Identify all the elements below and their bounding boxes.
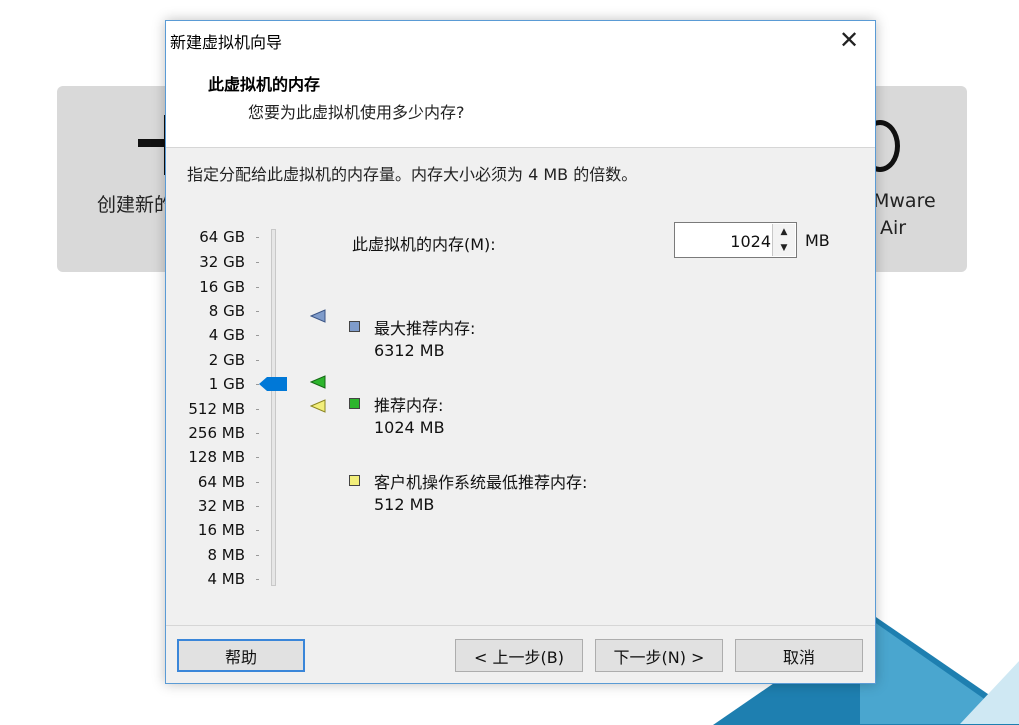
recommended-swatch	[349, 398, 360, 409]
scale-tick	[256, 433, 259, 434]
scale-label: 2 GB	[208, 351, 245, 369]
scale-tick	[256, 409, 259, 410]
scale-label: 512 MB	[188, 400, 245, 418]
memory-unit: MB	[805, 231, 830, 250]
scale-tick	[256, 579, 259, 580]
close-button[interactable]: ✕	[831, 25, 867, 55]
min-recommended-swatch	[349, 475, 360, 486]
scale-tick	[256, 287, 259, 288]
max-recommended-label: 最大推荐内存:	[374, 319, 476, 338]
scale-tick	[256, 555, 259, 556]
increment-button[interactable]: ▲	[772, 224, 795, 241]
scale-label: 128 MB	[188, 448, 245, 466]
background-decoration	[960, 660, 1019, 724]
close-icon: ✕	[838, 26, 860, 54]
create-new-card-label: 创建新的	[97, 194, 174, 216]
vmware-air-label-line1: Mware	[873, 190, 936, 212]
back-button[interactable]: < 上一步(B)	[455, 639, 583, 672]
recommended-label: 推荐内存:	[374, 396, 444, 415]
recommended-value: 1024 MB	[374, 418, 445, 437]
scale-tick	[256, 530, 259, 531]
scale-tick	[256, 311, 259, 312]
scale-tick	[256, 506, 259, 507]
memory-slider-thumb[interactable]	[259, 377, 287, 391]
scale-label: 32 GB	[199, 253, 245, 271]
scale-tick	[256, 237, 259, 238]
title-bar[interactable]: 新建虚拟机向导 ✕	[166, 21, 875, 59]
next-button[interactable]: 下一步(N) >	[595, 639, 723, 672]
min-recommended-label: 客户机操作系统最低推荐内存:	[374, 473, 588, 492]
scale-label: 16 GB	[199, 278, 245, 296]
recommended-marker-icon	[310, 375, 326, 389]
footer-divider	[166, 625, 875, 626]
cancel-button[interactable]: 取消	[735, 639, 863, 672]
page-subtitle: 您要为此虚拟机使用多少内存?	[248, 103, 465, 122]
help-button[interactable]: 帮助	[177, 639, 305, 672]
scale-label: 8 GB	[208, 302, 245, 320]
scale-tick	[256, 360, 259, 361]
max-recommended-swatch	[349, 321, 360, 332]
min-recommended-marker-icon	[310, 399, 326, 413]
scale-label: 4 MB	[207, 570, 245, 588]
scale-tick	[256, 262, 259, 263]
decrement-button[interactable]: ▼	[772, 240, 795, 256]
scale-tick	[256, 457, 259, 458]
scale-tick	[256, 335, 259, 336]
wizard-header: 此虚拟机的内存 您要为此虚拟机使用多少内存?	[166, 59, 875, 148]
chevron-down-icon: ▼	[780, 243, 788, 253]
min-recommended-value: 512 MB	[374, 495, 435, 514]
memory-input[interactable]	[677, 225, 773, 257]
scale-tick	[256, 482, 259, 483]
scale-label: 8 MB	[207, 546, 245, 564]
scale-label: 32 MB	[197, 497, 245, 515]
scale-label: 4 GB	[208, 326, 245, 344]
chevron-up-icon: ▲	[780, 227, 788, 237]
instruction-text: 指定分配给此虚拟机的内存量。内存大小必须为 4 MB 的倍数。	[187, 165, 638, 184]
scale-label: 16 MB	[197, 521, 245, 539]
max-recommended-marker-icon	[310, 309, 326, 323]
new-vm-wizard-dialog: 新建虚拟机向导 ✕ 此虚拟机的内存 您要为此虚拟机使用多少内存? 指定分配给此虚…	[165, 20, 876, 684]
vmware-air-label-line2: Air	[880, 217, 907, 239]
scale-label: 64 GB	[199, 228, 245, 246]
memory-label: 此虚拟机的内存(M):	[352, 235, 496, 254]
memory-stepper[interactable]: ▲ ▼	[674, 222, 797, 258]
scale-label: 1 GB	[208, 375, 245, 393]
memory-slider-track[interactable]	[271, 229, 276, 586]
max-recommended-value: 6312 MB	[374, 341, 445, 360]
page-title: 此虚拟机的内存	[208, 75, 321, 94]
scale-label: 256 MB	[188, 424, 245, 442]
window-title: 新建虚拟机向导	[170, 33, 283, 52]
scale-label: 64 MB	[197, 473, 245, 491]
